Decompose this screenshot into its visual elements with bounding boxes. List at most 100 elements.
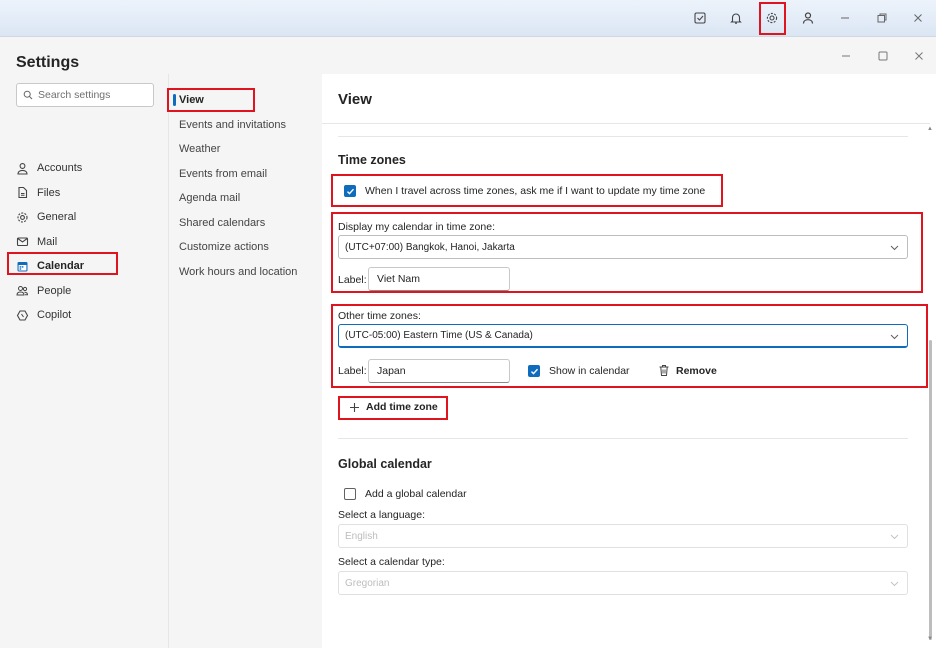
- display-label-caption: Label:: [338, 274, 367, 286]
- dialog-close-button[interactable]: [911, 48, 927, 64]
- sidebar-item-label: Calendar: [37, 260, 85, 273]
- sidebar-item-label: Copilot: [37, 309, 72, 322]
- other-timezones-label: Other time zones:: [338, 310, 421, 322]
- calendar-type-value: Gregorian: [345, 577, 390, 589]
- file-icon: [18, 187, 28, 199]
- remove-timezone-button[interactable]: Remove: [658, 364, 717, 377]
- tasks-icon[interactable]: [688, 7, 712, 29]
- subnav-item-label: Agenda mail: [179, 192, 241, 205]
- sidebar-item-files[interactable]: Files: [16, 181, 84, 206]
- section-divider: [338, 438, 908, 439]
- other-timezone-value: (UTC-05:00) Eastern Time (US & Canada): [345, 330, 533, 341]
- global-calendar-heading: Global calendar: [338, 457, 432, 471]
- display-timezone-select[interactable]: (UTC+07:00) Bangkok, Hanoi, Jakarta: [338, 235, 908, 259]
- scroll-down-arrow[interactable]: ▼: [927, 636, 933, 642]
- mail-icon: [16, 237, 29, 247]
- scrollbar-thumb[interactable]: [929, 340, 932, 640]
- search-placeholder: Search settings: [38, 89, 111, 101]
- display-timezone-label: Display my calendar in time zone:: [338, 221, 495, 233]
- other-label-caption: Label:: [338, 365, 367, 377]
- restore-icon[interactable]: [870, 7, 894, 29]
- sidebar-item-general[interactable]: General: [16, 205, 84, 230]
- time-zones-heading: Time zones: [338, 153, 406, 167]
- active-indicator: [173, 94, 176, 106]
- subnav-item-events-from-email[interactable]: Events from email: [179, 162, 297, 187]
- show-in-calendar-checkbox[interactable]: [528, 365, 540, 377]
- person-icon: [17, 162, 28, 175]
- app-title-bar: [0, 0, 936, 37]
- chevron-down-icon: [890, 334, 899, 340]
- sidebar-item-calendar[interactable]: Calendar: [16, 254, 84, 279]
- travel-prompt-checkbox[interactable]: [344, 185, 356, 197]
- gear-icon[interactable]: [760, 7, 784, 29]
- calendar-icon: [17, 261, 28, 272]
- close-icon[interactable]: [906, 7, 930, 29]
- subnav-item-agenda-mail[interactable]: Agenda mail: [179, 186, 297, 211]
- subnav-item-label: Shared calendars: [179, 216, 266, 229]
- travel-prompt-label: When I travel across time zones, ask me …: [365, 185, 706, 197]
- scroll-up-arrow[interactable]: ▲: [927, 126, 933, 132]
- page-title: View: [338, 91, 372, 108]
- language-label: Select a language:: [338, 509, 425, 521]
- calendar-type-label: Select a calendar type:: [338, 556, 445, 568]
- subnav-item-customize-actions[interactable]: Customize actions: [179, 235, 297, 260]
- subnav-item-work-hours[interactable]: Work hours and location: [179, 260, 297, 285]
- subnav-item-view[interactable]: View: [173, 88, 297, 113]
- other-label-value: Japan: [377, 365, 406, 377]
- sidebar-item-label: Files: [37, 186, 61, 199]
- add-global-calendar-checkbox[interactable]: [344, 488, 356, 500]
- calendar-subnav: View Events and invitations Weather Even…: [173, 88, 297, 285]
- search-icon: [23, 90, 33, 100]
- sidebar-item-label: People: [37, 284, 72, 297]
- dialog-title-bar: [0, 38, 936, 74]
- display-timezone-label-input[interactable]: Viet Nam: [368, 267, 510, 291]
- person-icon[interactable]: [796, 7, 820, 29]
- dialog-minimize-button[interactable]: [838, 48, 854, 64]
- subnav-item-label: Events and invitations: [179, 118, 287, 131]
- settings-nav: Accounts Files General Mail Calendar Peo…: [16, 156, 84, 328]
- chevron-down-icon: [890, 245, 899, 251]
- language-value: English: [345, 530, 378, 542]
- sidebar-item-copilot[interactable]: Copilot: [16, 303, 84, 328]
- dialog-maximize-button[interactable]: [875, 48, 891, 64]
- subnav-item-weather[interactable]: Weather: [179, 137, 297, 162]
- subnav-item-label: Events from email: [179, 167, 268, 180]
- trash-icon: [659, 365, 669, 376]
- subnav-item-label: View: [179, 94, 204, 107]
- subnav-item-label: Customize actions: [179, 241, 269, 254]
- copilot-icon: [16, 310, 29, 321]
- show-in-calendar-label: Show in calendar: [549, 365, 630, 377]
- subnav-item-events-invitations[interactable]: Events and invitations: [179, 113, 297, 138]
- other-timezone-label-input[interactable]: Japan: [368, 359, 510, 383]
- checkmark-icon: [346, 188, 354, 195]
- sidebar-item-label: Accounts: [37, 162, 83, 175]
- remove-label: Remove: [676, 364, 717, 377]
- section-divider-top: [338, 136, 908, 137]
- sidebar-item-mail[interactable]: Mail: [16, 230, 84, 255]
- chevron-down-icon: [890, 534, 899, 540]
- display-timezone-value: (UTC+07:00) Bangkok, Hanoi, Jakarta: [345, 241, 515, 253]
- plus-icon: [350, 402, 359, 412]
- other-timezone-select[interactable]: (UTC-05:00) Eastern Time (US & Canada): [338, 324, 908, 348]
- bell-icon[interactable]: [724, 7, 748, 29]
- title-divider: [322, 123, 930, 124]
- settings-title: Settings: [16, 54, 80, 71]
- sidebar-item-accounts[interactable]: Accounts: [16, 156, 84, 181]
- add-global-calendar-label: Add a global calendar: [365, 488, 467, 500]
- sidebar-item-people[interactable]: People: [16, 279, 84, 304]
- language-select[interactable]: English: [338, 524, 908, 548]
- subnav-item-shared-calendars[interactable]: Shared calendars: [179, 211, 297, 236]
- gear-icon: [17, 212, 28, 223]
- add-time-zone-button[interactable]: Add time zone: [349, 401, 438, 413]
- add-time-zone-label: Add time zone: [366, 401, 438, 413]
- subnav-item-label: Weather: [179, 143, 221, 156]
- chevron-down-icon: [890, 581, 899, 587]
- sidebar-item-label: General: [37, 211, 77, 224]
- display-label-value: Viet Nam: [377, 273, 420, 285]
- sidebar-item-label: Mail: [37, 235, 58, 248]
- checkmark-icon: [530, 368, 538, 375]
- calendar-type-select[interactable]: Gregorian: [338, 571, 908, 595]
- minimize-icon[interactable]: [833, 7, 857, 29]
- subnav-item-label: Work hours and location: [179, 265, 298, 278]
- search-input[interactable]: Search settings: [16, 83, 154, 107]
